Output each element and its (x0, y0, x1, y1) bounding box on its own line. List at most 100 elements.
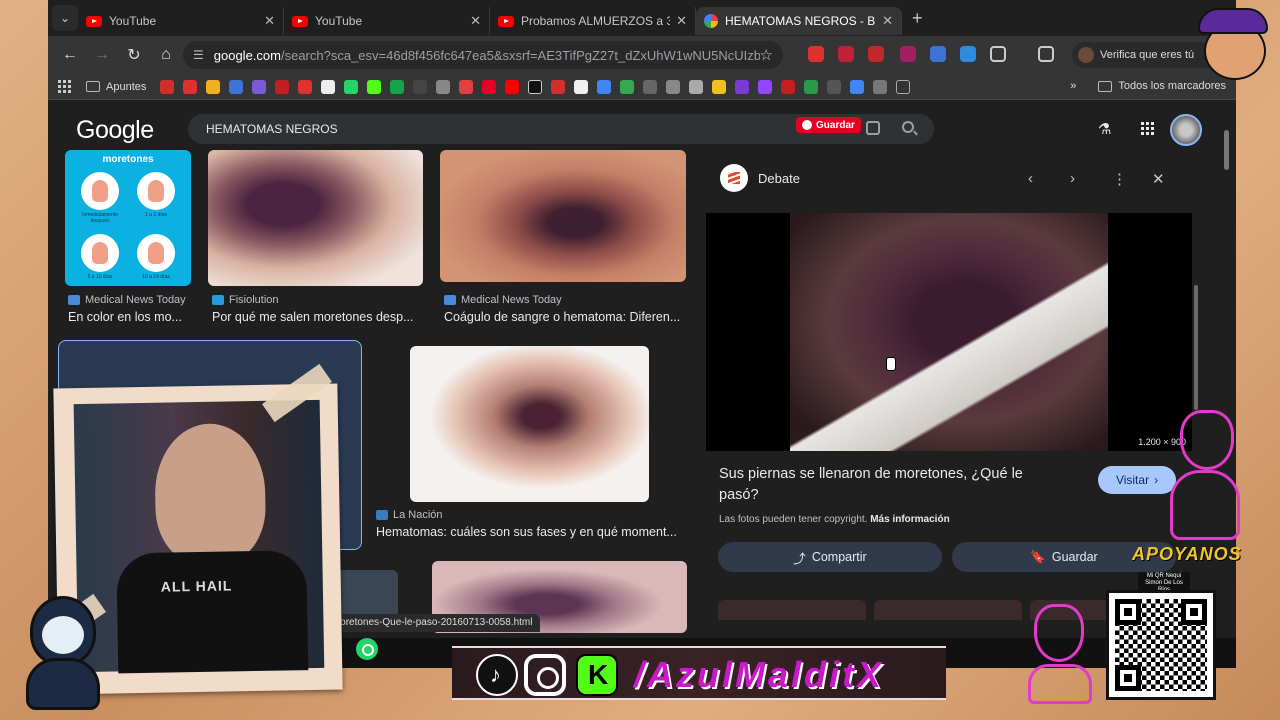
visit-button[interactable]: Visitar › (1098, 466, 1176, 494)
bookmark-icon[interactable] (689, 79, 704, 94)
account-avatar[interactable] (1170, 114, 1202, 146)
close-icon[interactable]: ✕ (264, 13, 275, 29)
pinterest-save-button[interactable]: Guardar (796, 117, 861, 133)
next-chevron-icon[interactable]: › (1070, 170, 1075, 187)
result-source-4[interactable]: La Nación (376, 509, 443, 521)
tab-search-button[interactable]: ⌄ (52, 5, 78, 31)
stage-label: 1 a 2 días (145, 212, 167, 218)
extension-icon[interactable] (808, 46, 824, 62)
bookmark-icon[interactable] (666, 79, 681, 94)
extensions-puzzle-icon[interactable] (990, 46, 1006, 62)
bookmark-icon[interactable] (436, 79, 451, 94)
pinterest-icon[interactable] (482, 79, 497, 94)
result-image-1[interactable]: moretones Inmediatamente después 1 a 2 d… (65, 150, 191, 286)
result-title-1[interactable]: En color en los mo... (68, 310, 193, 324)
result-image-3[interactable] (440, 150, 686, 282)
bookmark-folder-apuntes[interactable]: Apuntes (106, 81, 146, 93)
result-title-3[interactable]: Coágulo de sangre o hematoma: Diferen... (444, 310, 689, 324)
extension-icon[interactable] (838, 46, 854, 62)
lens-camera-icon[interactable] (866, 121, 880, 135)
bookmark-icon[interactable] (850, 79, 865, 94)
social-banner: /AzulMalditX (452, 646, 946, 700)
reload-icon[interactable]: ↻ (120, 41, 148, 69)
close-icon[interactable]: ✕ (1152, 170, 1165, 188)
avatar (1078, 47, 1094, 63)
bookmark-icon[interactable] (597, 79, 612, 94)
bookmark-icon[interactable] (551, 79, 566, 94)
bookmark-icon[interactable] (229, 79, 244, 94)
result-image-2[interactable] (208, 150, 423, 286)
bookmark-icon[interactable] (321, 79, 336, 94)
bookmark-icon[interactable] (643, 79, 658, 94)
labs-flask-icon[interactable]: ⚗ (1098, 120, 1114, 138)
google-apps-icon[interactable] (1141, 122, 1154, 135)
tab-youtube-1[interactable]: YouTube ✕ (78, 7, 284, 35)
bookmark-icon[interactable] (781, 79, 796, 94)
result-image-4[interactable] (410, 346, 649, 502)
panel-scrollbar[interactable] (1194, 285, 1198, 410)
extension-icon[interactable] (960, 46, 976, 62)
qr-code (1106, 590, 1216, 700)
whatsapp-icon[interactable] (344, 79, 359, 94)
result-source-1[interactable]: Medical News Today (68, 294, 186, 306)
address-bar[interactable]: ☰ google.com /search?sca_esv=46d8f456fc6… (183, 41, 783, 69)
bookmark-icon[interactable] (827, 79, 842, 94)
panel-source[interactable]: Debate (758, 171, 800, 186)
bookmark-icon[interactable] (206, 79, 221, 94)
result-source-2[interactable]: Fisiolution (212, 294, 279, 306)
bookmark-star-icon[interactable]: ☆ (760, 46, 773, 64)
apps-grid-icon[interactable] (58, 79, 72, 94)
bookmark-icon[interactable] (873, 79, 888, 94)
share-button[interactable]: ⤴ Compartir (718, 542, 942, 572)
search-icon[interactable] (902, 121, 914, 133)
forward-icon[interactable]: → (88, 41, 116, 69)
bookmark-icon[interactable] (574, 79, 589, 94)
bookmark-icon[interactable] (183, 79, 198, 94)
bookmark-icon[interactable] (712, 79, 727, 94)
tab-youtube-3[interactable]: Probamos ALMUERZOS a 3.000 ✕ (490, 7, 696, 35)
bookmark-icon[interactable] (252, 79, 267, 94)
panel-title[interactable]: Sus piernas se llenaron de moretones, ¿Q… (719, 464, 1059, 506)
whatsapp-icon[interactable] (356, 638, 378, 660)
new-tab-button[interactable]: + (912, 8, 923, 29)
close-icon[interactable]: ✕ (676, 13, 687, 29)
bookmark-icon[interactable] (896, 79, 911, 94)
bookmark-icon[interactable] (735, 79, 750, 94)
tab-google-search[interactable]: HEMATOMAS NEGROS - Buscar ✕ (696, 7, 902, 35)
bookmark-icon[interactable] (275, 79, 290, 94)
preview-image[interactable]: 1.200 × 900 (706, 213, 1192, 451)
extension-icon[interactable] (900, 46, 916, 62)
page-scrollbar[interactable] (1224, 130, 1229, 170)
chevron-right-icon: › (1154, 473, 1159, 487)
home-icon[interactable]: ⌂ (152, 41, 180, 69)
close-icon[interactable]: ✕ (470, 13, 481, 29)
translate-icon[interactable] (930, 46, 946, 62)
bookmark-icon[interactable] (620, 79, 635, 94)
bookmark-icon[interactable] (160, 79, 175, 94)
close-icon[interactable]: ✕ (882, 13, 893, 29)
kick-icon[interactable] (367, 79, 382, 94)
google-logo[interactable]: Google (76, 116, 154, 145)
bookmark-icon[interactable] (804, 79, 819, 94)
bookmark-icon[interactable] (298, 79, 313, 94)
twitch-icon[interactable] (758, 79, 773, 94)
back-icon[interactable]: ← (56, 41, 84, 69)
tab-youtube-2[interactable]: YouTube ✕ (284, 7, 490, 35)
bookmark-icon[interactable] (413, 79, 428, 94)
reading-list-icon[interactable] (1038, 46, 1054, 62)
result-title-4[interactable]: Hematomas: cuáles son sus fases y en qué… (376, 525, 681, 539)
tab-title: YouTube (315, 14, 363, 28)
site-info-icon[interactable]: ☰ (193, 48, 204, 62)
previous-chevron-icon[interactable]: ‹ (1028, 170, 1033, 187)
more-info-link[interactable]: Más información (870, 514, 949, 525)
bookmark-icon[interactable] (459, 79, 474, 94)
bookmark-icon[interactable] (390, 79, 405, 94)
bookmark-icon[interactable] (528, 79, 543, 94)
result-title-2[interactable]: Por qué me salen moretones desp... (212, 310, 424, 324)
result-source-3[interactable]: Medical News Today (444, 294, 562, 306)
adblock-icon[interactable] (868, 46, 884, 62)
search-input[interactable]: HEMATOMAS NEGROS Guardar (188, 114, 934, 144)
youtube-icon[interactable] (505, 79, 520, 94)
site-favicon-icon (376, 510, 388, 520)
more-options-icon[interactable]: ⋮ (1112, 170, 1127, 188)
